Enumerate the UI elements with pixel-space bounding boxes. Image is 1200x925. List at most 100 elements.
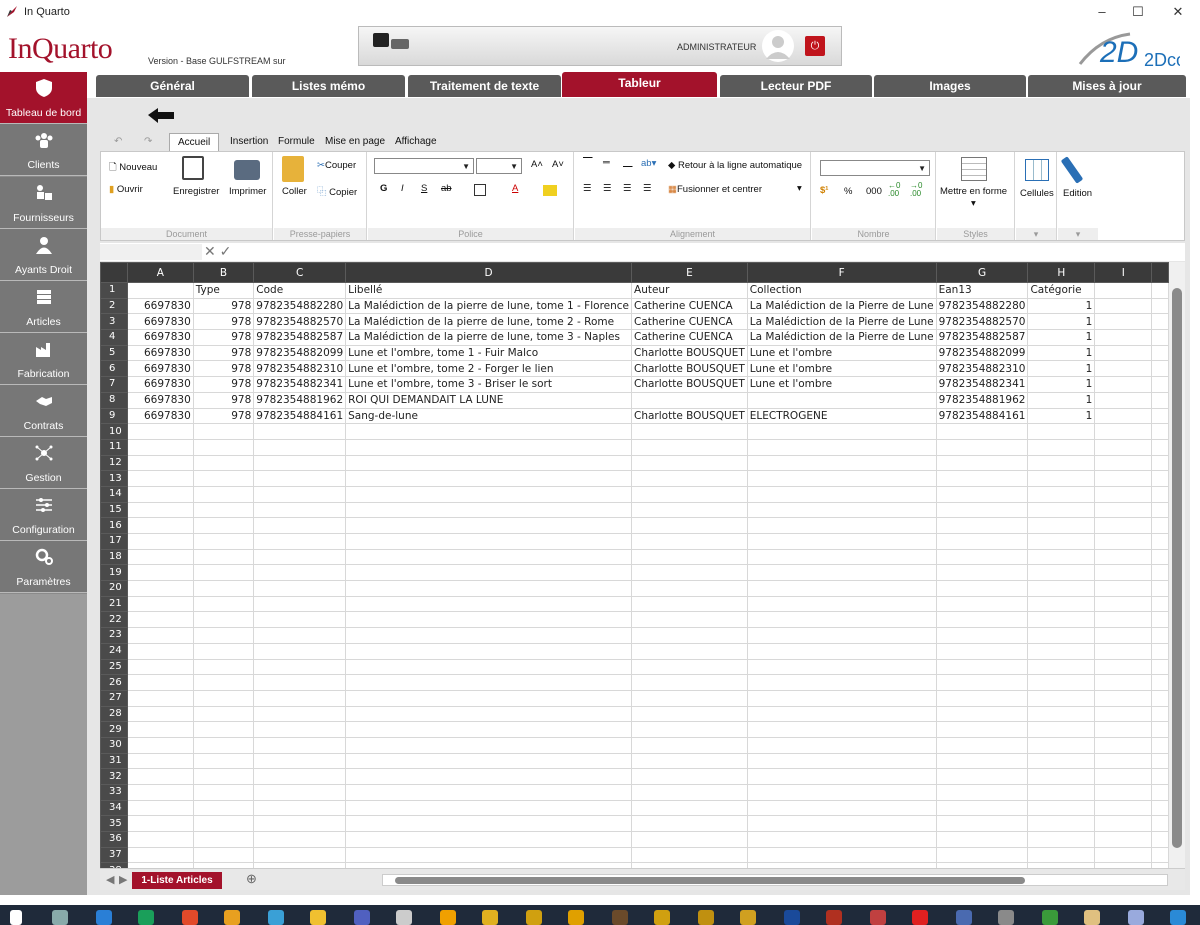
cell[interactable]: 9782354882280 — [935, 297, 1029, 315]
cell[interactable] — [345, 438, 633, 456]
cell[interactable] — [253, 627, 347, 644]
cell[interactable] — [1151, 580, 1169, 597]
cell[interactable] — [1027, 815, 1096, 833]
row-header[interactable]: 15 — [100, 501, 128, 519]
cell[interactable] — [1094, 344, 1153, 362]
cell[interactable] — [935, 768, 1029, 785]
nouveau-button[interactable]: 🗋 Nouveau — [109, 160, 157, 176]
cell[interactable] — [746, 689, 937, 707]
cell[interactable] — [631, 846, 748, 864]
row-header[interactable]: 16 — [100, 517, 128, 534]
cell[interactable]: 9782354884161 — [253, 407, 347, 425]
cell[interactable] — [127, 454, 194, 472]
cell[interactable] — [253, 564, 347, 582]
cell[interactable]: La Malédiction de la Pierre de Lune — [746, 313, 937, 331]
row-header[interactable]: 13 — [100, 470, 128, 487]
row-header[interactable]: 3 — [100, 313, 128, 331]
cell[interactable] — [1027, 533, 1096, 550]
cell[interactable] — [192, 642, 255, 660]
taskbar-app-icon[interactable] — [1042, 910, 1058, 925]
cell[interactable] — [1094, 564, 1153, 582]
cell[interactable]: 9782354882341 — [935, 376, 1029, 393]
styles-dropdown-icon[interactable]: ▾ — [971, 198, 976, 209]
cell[interactable] — [1151, 297, 1169, 315]
undo-icon[interactable]: ↶ — [114, 136, 122, 147]
cell[interactable]: Lune et l'ombre — [746, 344, 937, 362]
row-header[interactable]: 11 — [100, 438, 128, 456]
cell[interactable] — [192, 438, 255, 456]
cell[interactable] — [746, 721, 937, 738]
cell[interactable] — [1027, 784, 1096, 801]
cell[interactable]: 1 — [1027, 407, 1096, 425]
nav-ayants-droit[interactable]: Ayants Droit — [0, 229, 87, 281]
cell[interactable] — [127, 721, 194, 738]
cell[interactable] — [1151, 784, 1169, 801]
row-header[interactable]: 7 — [100, 376, 128, 393]
cell[interactable] — [253, 580, 347, 597]
cell[interactable] — [935, 705, 1029, 723]
cell[interactable] — [345, 736, 633, 754]
nav-articles[interactable]: Articles — [0, 281, 87, 333]
cell[interactable] — [127, 752, 194, 770]
cell[interactable] — [746, 564, 937, 582]
cell[interactable]: 9782354882341 — [253, 376, 347, 393]
cell[interactable] — [127, 595, 194, 613]
cell[interactable] — [1094, 768, 1153, 785]
cell[interactable] — [746, 391, 937, 409]
cell[interactable] — [192, 595, 255, 613]
taskbar-app-icon[interactable] — [568, 910, 584, 925]
cell[interactable]: Sang-de-lune — [345, 407, 633, 425]
cell[interactable] — [1151, 627, 1169, 644]
nav-clients[interactable]: Clients — [0, 124, 87, 176]
cell[interactable] — [631, 768, 748, 785]
number-format-select[interactable]: ▼ — [820, 160, 930, 176]
sheet-next-icon[interactable]: ▶ — [119, 873, 127, 886]
cell[interactable] — [345, 548, 633, 566]
cell[interactable] — [1094, 454, 1153, 472]
taskbar-app-icon[interactable] — [182, 910, 198, 925]
cell[interactable]: Auteur — [631, 282, 748, 299]
cell[interactable]: 978 — [192, 297, 255, 315]
cell[interactable] — [1151, 658, 1169, 676]
tab-general[interactable]: Général — [96, 75, 249, 97]
cell[interactable] — [253, 548, 347, 566]
merge-center-button[interactable]: ▦Fusionner et centrer — [668, 184, 762, 195]
cell[interactable]: 978 — [192, 344, 255, 362]
taskbar-app-icon[interactable] — [912, 910, 928, 925]
cell[interactable]: 978 — [192, 360, 255, 378]
cell[interactable] — [746, 470, 937, 487]
cell[interactable] — [253, 454, 347, 472]
cell[interactable] — [1151, 846, 1169, 864]
column-header[interactable]: F — [746, 262, 937, 283]
cell[interactable] — [1094, 548, 1153, 566]
cell[interactable] — [631, 580, 748, 597]
enregistrer-button[interactable]: Enregistrer — [173, 186, 219, 197]
close-button[interactable]: ✕ — [1164, 4, 1192, 22]
cell[interactable] — [127, 705, 194, 723]
horizontal-scrollbar[interactable] — [382, 874, 1168, 886]
tab-lecteur-pdf[interactable]: Lecteur PDF — [720, 75, 872, 97]
cell[interactable]: 9782354882310 — [935, 360, 1029, 378]
align-middle-icon[interactable]: ═ — [603, 157, 610, 168]
cell[interactable] — [1151, 344, 1169, 362]
cell[interactable] — [746, 768, 937, 785]
cell[interactable] — [192, 580, 255, 597]
row-header[interactable]: 28 — [100, 705, 128, 723]
row-header[interactable]: 25 — [100, 658, 128, 676]
screen-icon[interactable] — [373, 33, 389, 47]
cell[interactable] — [1094, 485, 1153, 503]
cell[interactable] — [345, 784, 633, 801]
cell[interactable]: 6697830 — [127, 391, 194, 409]
cell[interactable] — [253, 846, 347, 864]
row-header[interactable]: 24 — [100, 642, 128, 660]
cell[interactable] — [1151, 642, 1169, 660]
cell[interactable] — [1151, 815, 1169, 833]
cell[interactable] — [1094, 376, 1153, 393]
cell[interactable] — [631, 831, 748, 848]
cell[interactable] — [345, 580, 633, 597]
cell[interactable] — [253, 721, 347, 738]
row-header[interactable]: 21 — [100, 595, 128, 613]
cell[interactable] — [127, 689, 194, 707]
cell[interactable] — [345, 642, 633, 660]
cell[interactable] — [935, 721, 1029, 738]
